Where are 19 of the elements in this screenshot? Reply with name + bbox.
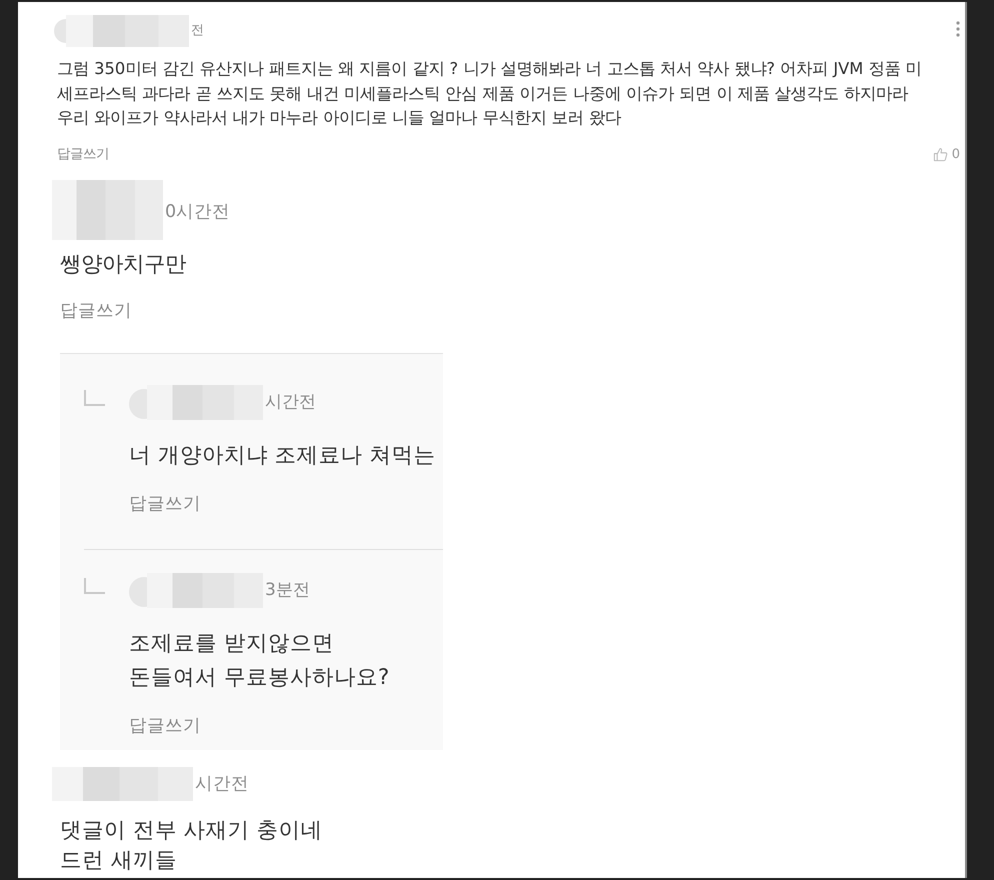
like-button[interactable]: 0 bbox=[932, 144, 960, 164]
comment-text: 그럼 350미터 감긴 유산지나 패트지는 왜 지름이 같지 ? 니가 설명해봐라 너 고스톱 처서 약사 됐냐? 어차피 JVM 정품 미세프라스틱 과다라 곧 쓰지도 못해 내건 미세플라스틱 안심 제품 이거든 나중에 이슈가 되면 이 제품 살생각도 하지마라 우리 와이프가 약사라서 내가 마누라 아이디로 니들 얼마나 무식한지 보러 왔다 bbox=[57, 58, 923, 129]
comment-time: 전 bbox=[191, 22, 204, 40]
comment-text: 너 개양아치냐 조제료나 쳐먹는 bbox=[129, 442, 436, 470]
comment-time: 0시간전 bbox=[165, 201, 230, 224]
comment-time: 3분전 bbox=[265, 579, 310, 602]
reply-link[interactable]: 답글쓰기 bbox=[129, 714, 201, 736]
comment-time: 시간전 bbox=[195, 773, 249, 796]
reply-link[interactable]: 답글쓰기 bbox=[129, 492, 201, 514]
comment-text: 조제료를 받지않으면 돈들여서 무료봉사하나요? bbox=[129, 630, 390, 692]
more-menu-icon[interactable] bbox=[956, 21, 960, 37]
reply-link[interactable]: 답글쓰기 bbox=[57, 144, 109, 164]
reply-corner-icon bbox=[84, 578, 105, 594]
comment-time: 시간전 bbox=[265, 391, 316, 414]
thumbs-up-icon bbox=[932, 147, 948, 162]
comment-text: 댓글이 전부 사재기 충이네 드런 새끼들 bbox=[60, 816, 324, 874]
reply-corner-icon bbox=[84, 390, 105, 406]
reply-link[interactable]: 답글쓰기 bbox=[60, 298, 132, 322]
comment-text: 쌩양아치구만 bbox=[60, 250, 187, 278]
